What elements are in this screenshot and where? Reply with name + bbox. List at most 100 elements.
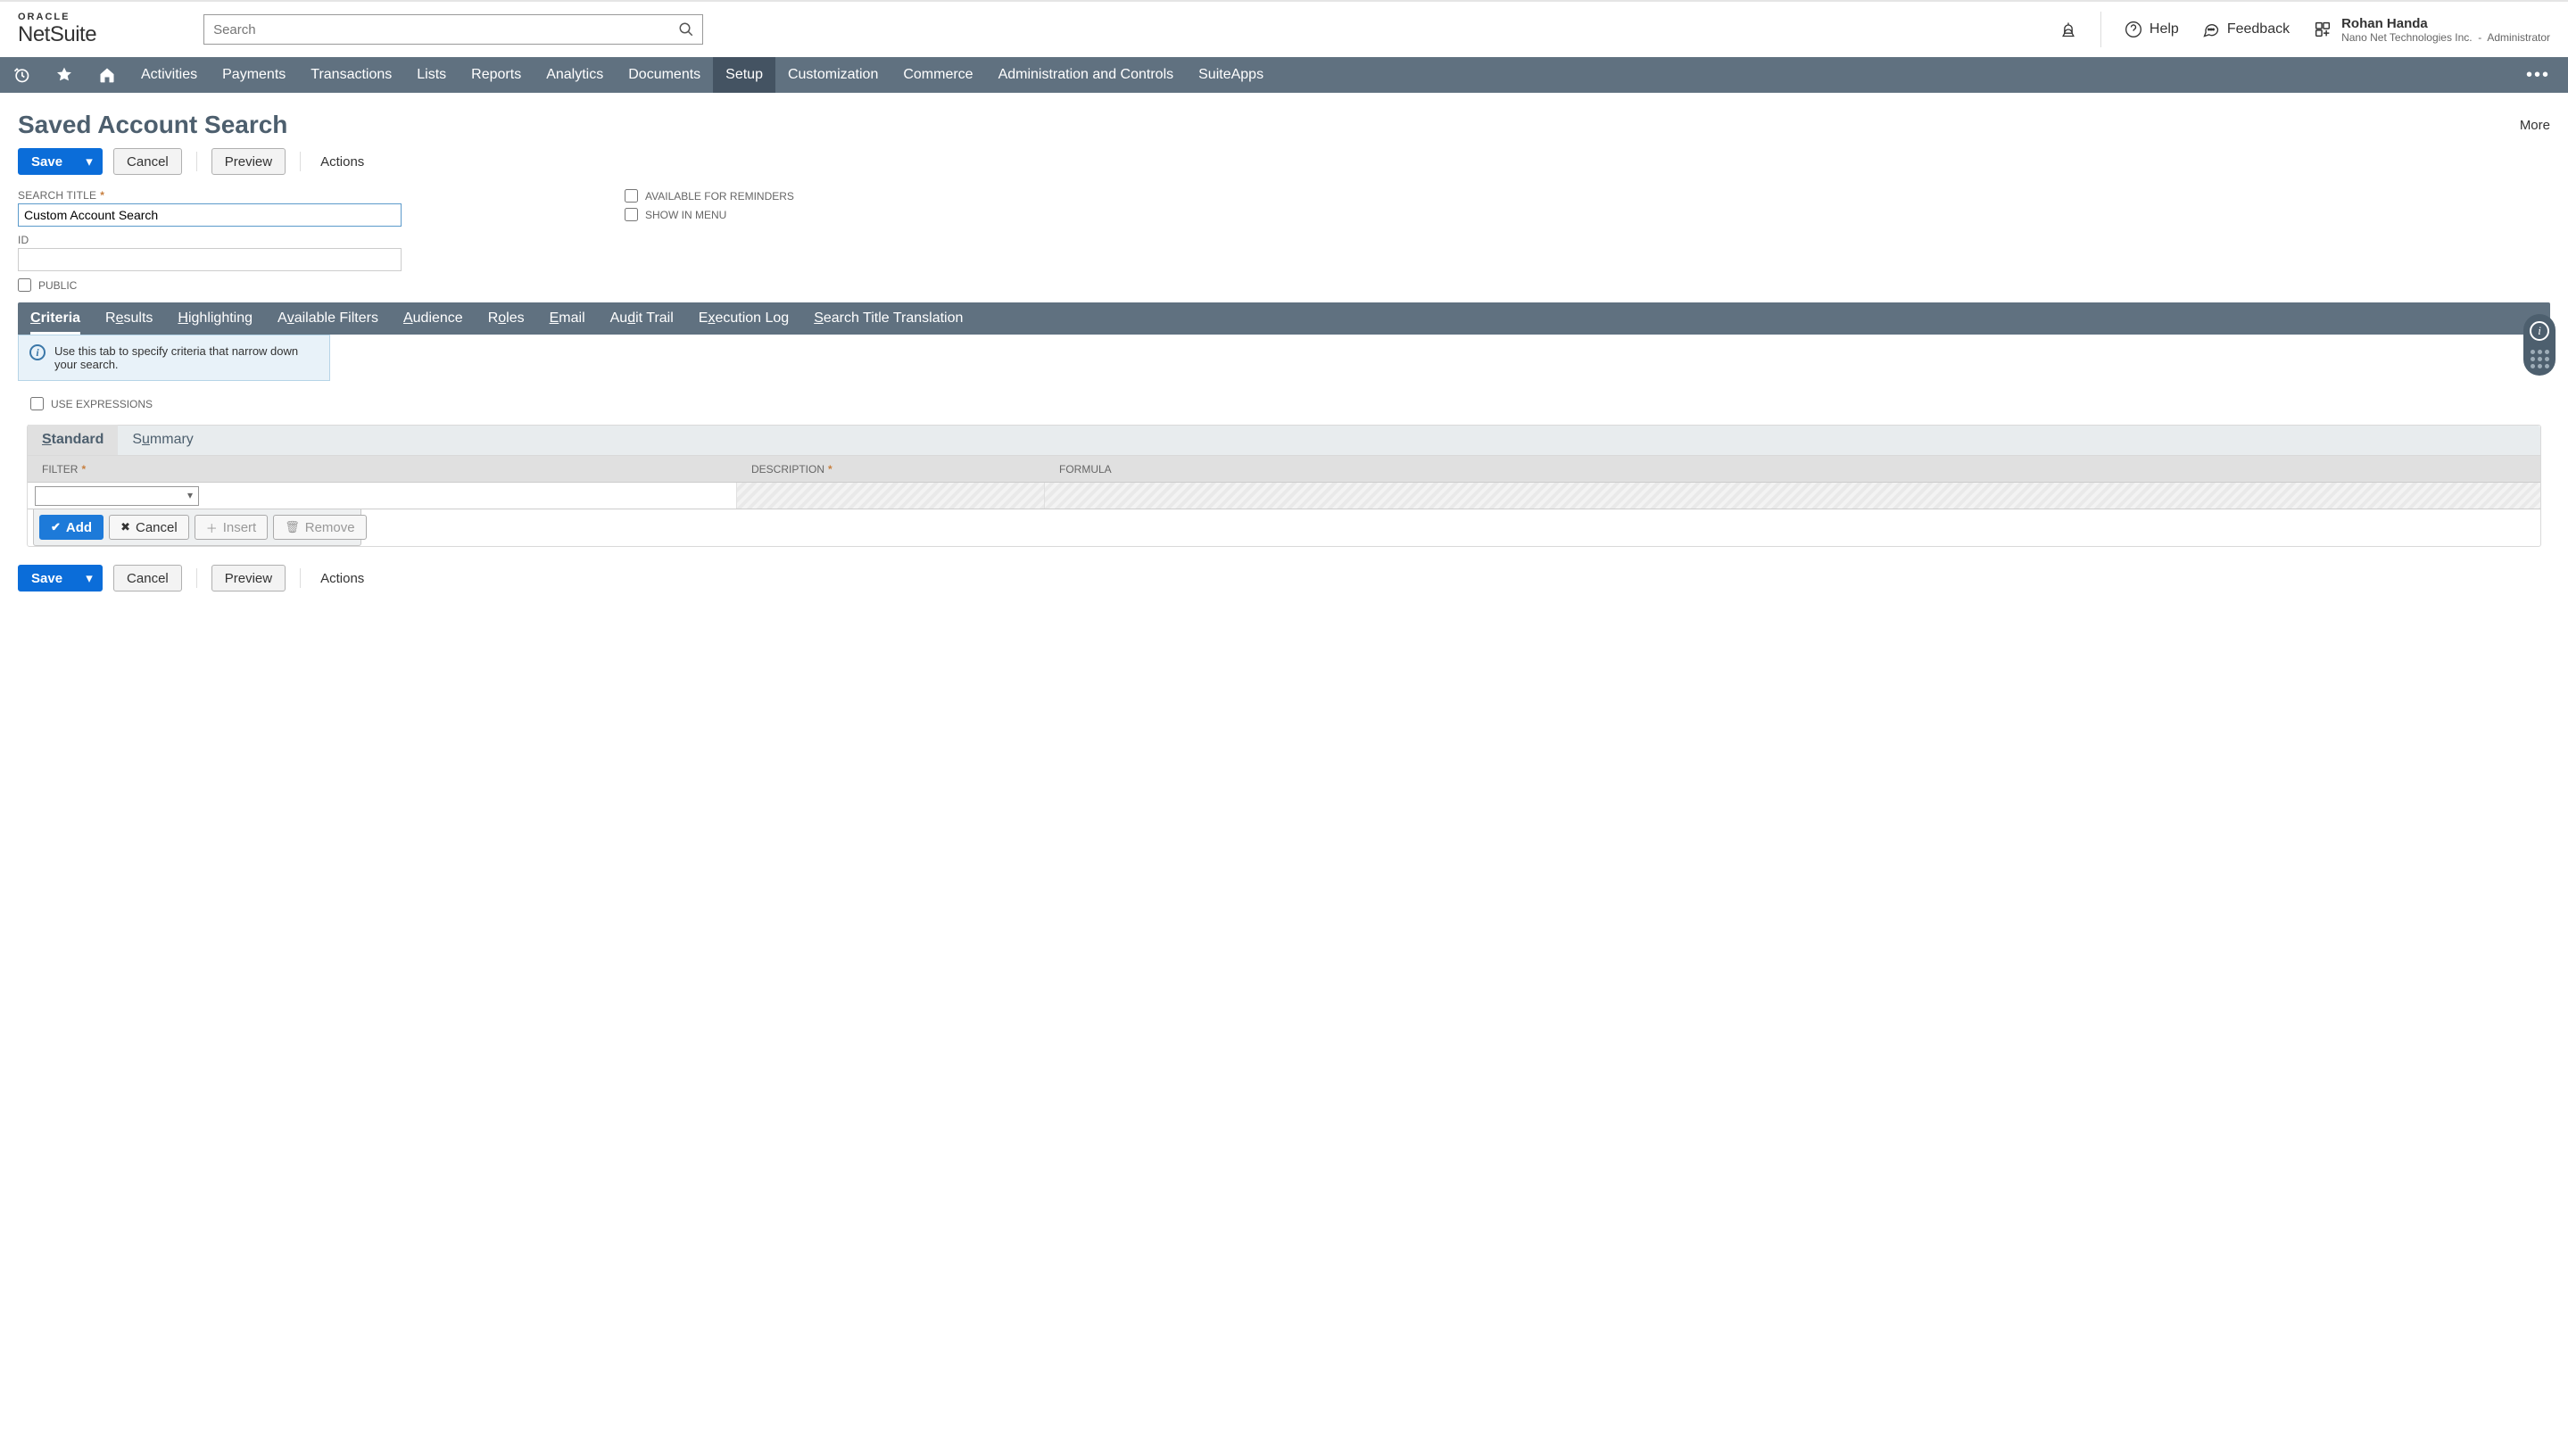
use-expressions-checkbox[interactable] xyxy=(30,397,44,410)
save-button-bottom[interactable]: Save xyxy=(18,565,76,592)
header-separator xyxy=(2100,12,2101,47)
global-search xyxy=(203,14,703,45)
brand-netsuite: NetSuite xyxy=(18,22,96,47)
use-expressions-row: USE EXPRESSIONS xyxy=(0,381,2568,425)
available-for-reminders-checkbox[interactable] xyxy=(625,189,638,203)
subtab-search-title-translation[interactable]: Search Title Translation xyxy=(801,302,975,335)
filter-combobox[interactable] xyxy=(35,486,199,506)
nav-item-payments[interactable]: Payments xyxy=(210,57,298,93)
col-filter: FILTER* xyxy=(28,463,737,476)
role-switch-icon xyxy=(2313,20,2332,39)
subtab-email[interactable]: Email xyxy=(537,302,598,335)
subtab-roles[interactable]: Roles xyxy=(476,302,537,335)
table-header: FILTER* DESCRIPTION* FORMULA xyxy=(28,456,2540,483)
nav-item-setup[interactable]: Setup xyxy=(713,57,775,93)
row-cancel-button[interactable]: ✖Cancel xyxy=(109,515,189,540)
show-in-menu-label: SHOW IN MENU xyxy=(645,209,726,221)
user-name: Rohan Handa xyxy=(2341,16,2550,31)
criteria-panel: Standard Summary FILTER* DESCRIPTION* FO… xyxy=(27,425,2541,547)
feedback-button[interactable]: Feedback xyxy=(2202,21,2290,38)
nav-item-commerce[interactable]: Commerce xyxy=(891,57,985,93)
nav-item-reports[interactable]: Reports xyxy=(459,57,534,93)
nav-overflow-icon[interactable]: ••• xyxy=(2526,65,2550,86)
page-title-row: Saved Account Search More xyxy=(0,93,2568,148)
user-text: Rohan Handa Nano Net Technologies Inc. -… xyxy=(2341,16,2550,44)
search-title-label: SEARCH TITLE* xyxy=(18,189,625,202)
save-split-button: Save ▾ xyxy=(18,148,103,175)
x-icon: ✖ xyxy=(120,520,130,534)
actions-menu-bottom[interactable]: Actions xyxy=(315,571,369,586)
cell-description xyxy=(737,483,1045,509)
action-separator xyxy=(196,152,197,171)
plus-icon: ＋ xyxy=(206,519,218,536)
header-right: Help Feedback Rohan Handa Nano Net Techn… xyxy=(2059,12,2550,47)
brand-logo[interactable]: ORACLE NetSuite xyxy=(18,12,96,47)
home-icon[interactable] xyxy=(86,57,128,93)
page-title: Saved Account Search xyxy=(18,111,287,139)
cell-filter xyxy=(28,483,737,509)
nav-item-analytics[interactable]: Analytics xyxy=(534,57,616,93)
row-insert-button[interactable]: ＋Insert xyxy=(195,515,269,540)
preview-button-bottom[interactable]: Preview xyxy=(211,565,286,592)
action-separator xyxy=(300,568,301,588)
inner-tab-standard[interactable]: Standard xyxy=(28,425,118,455)
trash-icon: 🗑 xyxy=(285,520,300,534)
id-label: ID xyxy=(18,234,625,246)
recent-records-icon[interactable] xyxy=(0,57,43,93)
row-actions: ✔Add ✖Cancel ＋Insert 🗑Remove xyxy=(33,509,361,546)
info-icon: i xyxy=(2530,321,2549,341)
action-separator xyxy=(196,568,197,588)
subtab-audit-trail[interactable]: Audit Trail xyxy=(598,302,686,335)
search-icon[interactable] xyxy=(678,21,694,37)
notifications-icon[interactable] xyxy=(2059,21,2077,38)
inner-tab-summary[interactable]: Summary xyxy=(118,425,207,455)
actions-menu[interactable]: Actions xyxy=(315,154,369,170)
check-icon: ✔ xyxy=(51,520,61,534)
preview-button[interactable]: Preview xyxy=(211,148,286,175)
user-sub: Nano Net Technologies Inc. - Administrat… xyxy=(2341,31,2550,44)
cancel-button-bottom[interactable]: Cancel xyxy=(113,565,182,592)
subtab-execution-log[interactable]: Execution Log xyxy=(686,302,801,335)
nav-item-customization[interactable]: Customization xyxy=(775,57,891,93)
shortcuts-icon[interactable] xyxy=(43,57,86,93)
nav-item-transactions[interactable]: Transactions xyxy=(298,57,404,93)
show-in-menu-checkbox[interactable] xyxy=(625,208,638,221)
table-row[interactable] xyxy=(28,483,2540,509)
public-label: PUBLIC xyxy=(38,279,77,292)
more-link[interactable]: More xyxy=(2520,118,2550,133)
cancel-button[interactable]: Cancel xyxy=(113,148,182,175)
nav-item-documents[interactable]: Documents xyxy=(616,57,713,93)
subtab-available-filters[interactable]: Available Filters xyxy=(265,302,391,335)
action-bar-top: Save ▾ Cancel Preview Actions xyxy=(0,148,2568,189)
save-dropdown-button-bottom[interactable]: ▾ xyxy=(76,565,103,592)
form-left: SEARCH TITLE* ID PUBLIC xyxy=(18,189,625,297)
subtab-criteria[interactable]: Criteria xyxy=(18,302,93,335)
row-add-button[interactable]: ✔Add xyxy=(39,515,104,540)
subtab-highlighting[interactable]: Highlighting xyxy=(165,302,265,335)
subtab-results[interactable]: Results xyxy=(93,302,165,335)
subtab-audience[interactable]: Audience xyxy=(391,302,476,335)
public-checkbox[interactable] xyxy=(18,278,31,292)
help-button[interactable]: Help xyxy=(2125,21,2179,38)
save-button[interactable]: Save xyxy=(18,148,76,175)
info-text: Use this tab to specify criteria that na… xyxy=(54,344,319,371)
global-search-input[interactable] xyxy=(203,14,703,45)
search-title-input[interactable] xyxy=(18,203,402,227)
nav-item-suiteapps[interactable]: SuiteApps xyxy=(1186,57,1276,93)
primary-nav: ActivitiesPaymentsTransactionsListsRepor… xyxy=(0,57,2568,93)
user-menu[interactable]: Rohan Handa Nano Net Technologies Inc. -… xyxy=(2313,16,2550,44)
feedback-label: Feedback xyxy=(2227,21,2290,37)
id-input[interactable] xyxy=(18,248,402,271)
save-dropdown-button[interactable]: ▾ xyxy=(76,148,103,175)
nav-item-lists[interactable]: Lists xyxy=(404,57,459,93)
grip-icon xyxy=(2531,350,2549,368)
help-label: Help xyxy=(2150,21,2179,37)
brand-oracle: ORACLE xyxy=(18,12,96,22)
nav-item-activities[interactable]: Activities xyxy=(128,57,210,93)
action-separator xyxy=(300,152,301,171)
nav-item-administration-and-controls[interactable]: Administration and Controls xyxy=(986,57,1187,93)
help-widget[interactable]: i xyxy=(2523,314,2556,376)
row-remove-button[interactable]: 🗑Remove xyxy=(273,515,366,540)
available-for-reminders-label: AVAILABLE FOR REMINDERS xyxy=(645,190,794,203)
use-expressions-label: USE EXPRESSIONS xyxy=(51,398,153,410)
